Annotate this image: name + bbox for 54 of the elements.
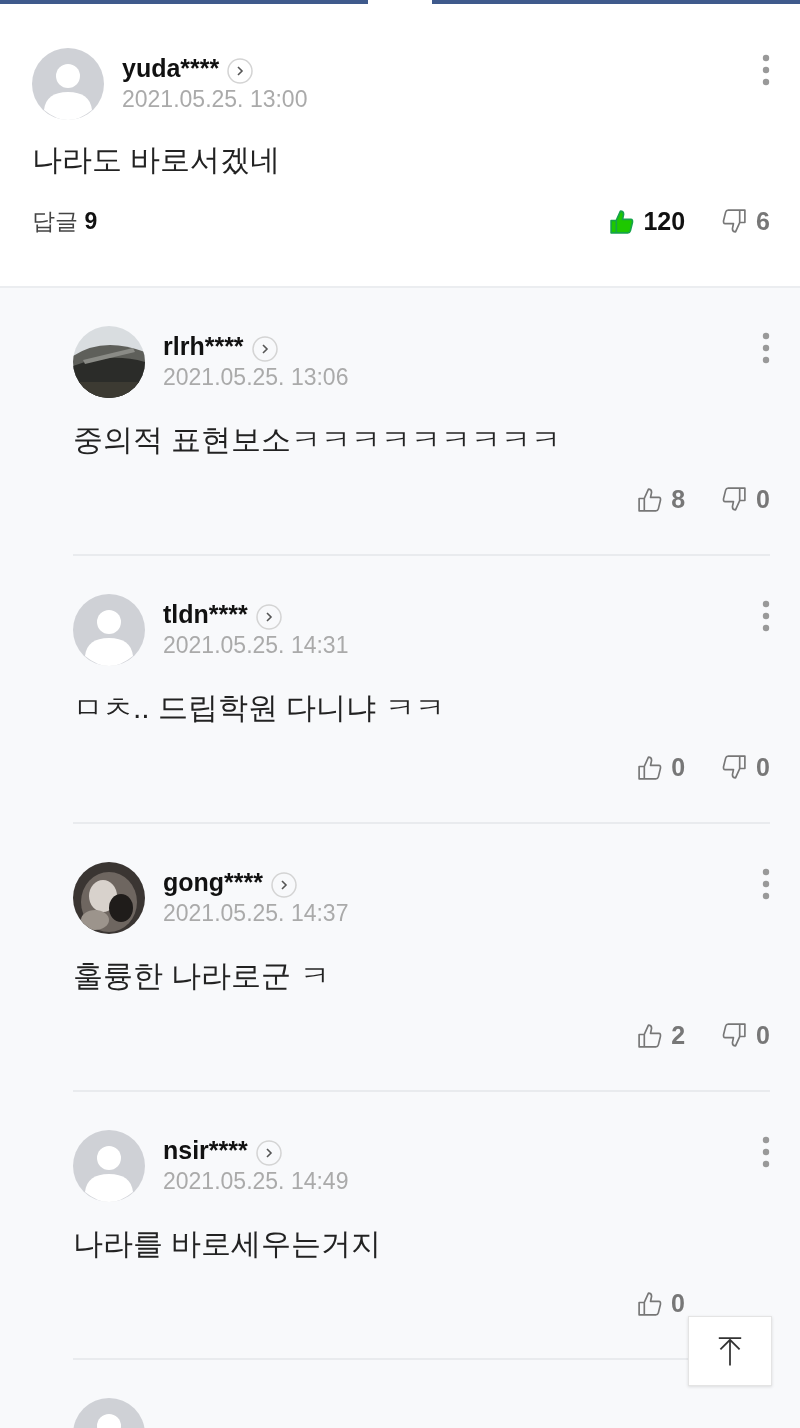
dislike-count: 0 bbox=[756, 1020, 770, 1050]
thumbs-down-icon bbox=[721, 207, 749, 235]
more-options-icon[interactable] bbox=[762, 868, 770, 900]
dislike-button[interactable]: 0 bbox=[721, 752, 770, 782]
like-count: 120 bbox=[643, 206, 686, 236]
reply-text: 중의적 표현보소ㅋㅋㅋㅋㅋㅋㅋㅋㅋ bbox=[73, 422, 563, 458]
author-name[interactable]: yuda**** bbox=[122, 53, 220, 83]
comment-date: 2021.05.25. 14:49 bbox=[163, 1168, 350, 1195]
chevron-right-icon[interactable] bbox=[271, 872, 297, 898]
thumbs-up-icon bbox=[636, 1289, 664, 1317]
more-options-icon[interactable] bbox=[762, 600, 770, 632]
thumbs-up-icon bbox=[636, 753, 664, 781]
like-count: 0 bbox=[671, 1288, 685, 1318]
author-name[interactable]: nsir**** bbox=[163, 1135, 248, 1165]
author-name[interactable]: rlrh**** bbox=[163, 331, 244, 361]
more-options-icon[interactable] bbox=[762, 332, 770, 364]
thumbs-up-icon bbox=[636, 1021, 664, 1049]
comment-date: 2021.05.25. 14:31 bbox=[163, 632, 350, 659]
comment-date: 2021.05.25. 13:00 bbox=[122, 86, 309, 113]
chevron-right-icon[interactable] bbox=[255, 1140, 282, 1166]
scroll-to-top-button[interactable] bbox=[688, 1316, 772, 1386]
thumbs-down-icon bbox=[721, 485, 749, 513]
like-button[interactable]: 2 bbox=[636, 1020, 686, 1050]
chevron-right-icon[interactable] bbox=[251, 336, 278, 362]
like-count: 0 bbox=[671, 752, 686, 782]
comment-date: 2021.05.25. 13:06 bbox=[163, 364, 350, 391]
thumbs-up-icon bbox=[608, 207, 636, 235]
thumbs-down-icon bbox=[721, 1021, 749, 1049]
like-button[interactable]: 0 bbox=[636, 1288, 685, 1318]
replies-button[interactable]: 답글 9 bbox=[32, 205, 98, 237]
like-button[interactable]: 120 bbox=[608, 206, 686, 236]
dislike-button[interactable]: 0 bbox=[721, 1020, 770, 1050]
thumbs-up-icon bbox=[636, 485, 664, 513]
dislike-count: 6 bbox=[756, 206, 770, 236]
dislike-count: 0 bbox=[756, 484, 770, 514]
dislike-button[interactable]: 6 bbox=[721, 206, 770, 236]
more-options-icon[interactable] bbox=[762, 1136, 770, 1168]
like-count: 8 bbox=[671, 484, 686, 514]
chevron-right-icon[interactable] bbox=[227, 58, 254, 84]
like-button[interactable]: 8 bbox=[636, 484, 686, 514]
comment-text: 나라도 바로서겠네 bbox=[32, 142, 282, 178]
reply-text: ㅁㅊ.. 드립학원 다니냐 ㅋㅋ bbox=[73, 690, 446, 726]
chevron-right-icon[interactable] bbox=[255, 604, 282, 630]
comment-date: 2021.05.25. 14:37 bbox=[163, 900, 350, 927]
more-options-icon[interactable] bbox=[762, 54, 770, 86]
author-name[interactable]: gong**** bbox=[163, 867, 263, 897]
reply-text: 나라를 바로세우는거지 bbox=[73, 1226, 383, 1262]
thumbs-down-icon bbox=[721, 753, 749, 781]
like-button[interactable]: 0 bbox=[636, 752, 686, 782]
like-count: 2 bbox=[671, 1020, 686, 1050]
dislike-button[interactable]: 0 bbox=[721, 484, 770, 514]
dislike-count: 0 bbox=[756, 752, 770, 782]
author-name[interactable]: tldn**** bbox=[163, 599, 248, 629]
reply-text: 훌륭한 나라로군 ㅋ bbox=[73, 958, 331, 994]
